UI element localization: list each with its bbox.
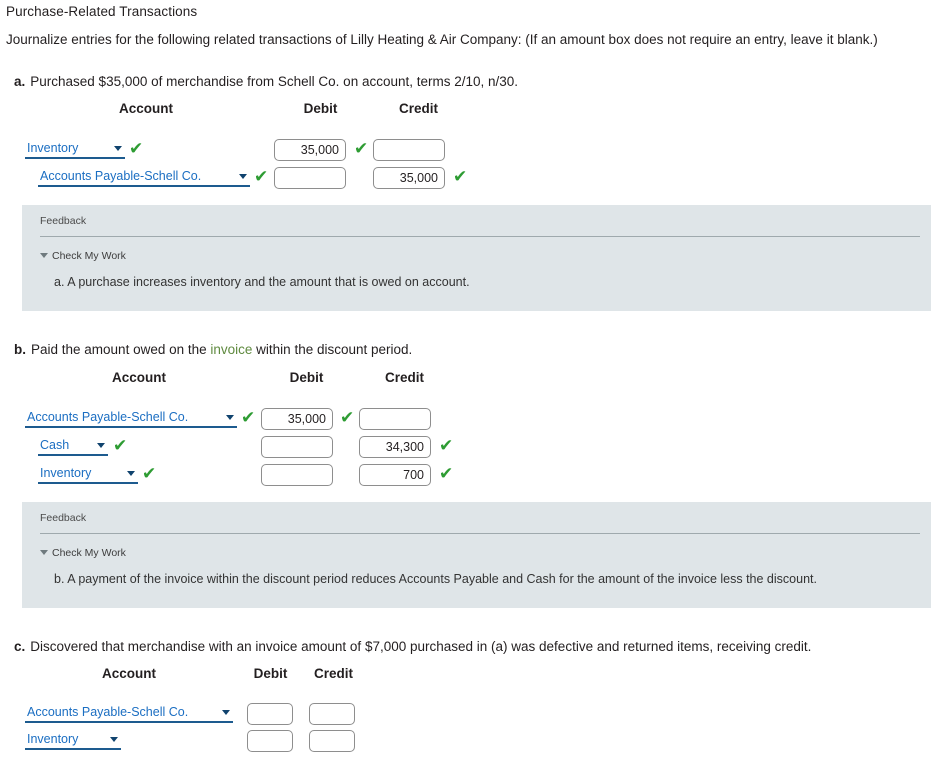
part-b-row-1-credit-check-icon: ✔ (439, 436, 454, 456)
chevron-down-icon (110, 737, 118, 742)
caret-down-icon (40, 550, 48, 555)
part-a-header-debit: Debit (303, 101, 338, 116)
chevron-down-icon (222, 710, 230, 715)
part-b-glossary-link[interactable]: invoice (210, 342, 252, 357)
part-c-header-credit: Credit (313, 666, 353, 681)
chevron-down-icon (97, 443, 105, 448)
part-a-header-credit: Credit (398, 101, 438, 116)
part-b-row-0-account-select[interactable]: Accounts Payable-Schell Co. (25, 409, 237, 428)
part-b-row-2-credit-input[interactable]: 700 (359, 464, 431, 486)
part-b-feedback-text: b. A payment of the invoice within the d… (54, 572, 817, 586)
part-b-row-1-account-select[interactable]: Cash (38, 437, 108, 456)
part-b-feedback-divider (40, 533, 920, 534)
part-c-row-1-account-select[interactable]: Inventory (25, 731, 121, 750)
part-b-row-2-debit-input[interactable] (261, 464, 333, 486)
part-a-feedback-title: Feedback (40, 215, 87, 227)
part-c-row-1-account-label: Inventory (27, 732, 79, 746)
part-b-row-1-account-check-icon: ✔ (113, 436, 128, 456)
part-b-row-0-debit-input[interactable]: 35,000 (261, 408, 333, 430)
part-c-row-1-credit-input[interactable] (309, 730, 355, 752)
part-c-row-0-credit-input[interactable] (309, 703, 355, 725)
part-a-row-0-account-select[interactable]: Inventory (25, 140, 125, 159)
chevron-down-icon (114, 146, 122, 151)
part-b-row-1-credit-input[interactable]: 34,300 (359, 436, 431, 458)
part-b-check-my-work-label: Check My Work (52, 547, 126, 559)
part-c-text: Discovered that merchandise with an invo… (30, 639, 812, 654)
part-b-row-2-account-select[interactable]: Inventory (38, 465, 138, 484)
chevron-down-icon (127, 471, 135, 476)
part-c-row-0-debit-input[interactable] (247, 703, 293, 725)
part-b-row-2-account-label: Inventory (40, 466, 92, 480)
part-c-row-0-account-select[interactable]: Accounts Payable-Schell Co. (25, 704, 233, 723)
part-c-header-account: Account (102, 666, 156, 681)
part-b-header-account: Account (112, 370, 166, 385)
instruction-text: Journalize entries for the following rel… (6, 32, 878, 47)
part-a-row-0-account-label: Inventory (27, 141, 79, 155)
part-b-letter: b. (14, 342, 26, 357)
part-a-feedback-panel: Feedback Check My Work a. A purchase inc… (22, 205, 931, 311)
part-a-row-1-account-select[interactable]: Accounts Payable-Schell Co. (38, 168, 250, 187)
part-c-row-1-debit-input[interactable] (247, 730, 293, 752)
part-b-row-2-credit-check-icon: ✔ (439, 464, 454, 484)
part-a-feedback-text: a. A purchase increases inventory and th… (54, 275, 470, 289)
part-a-check-my-work-label: Check My Work (52, 250, 126, 262)
part-a-row-1-account-check-icon: ✔ (254, 167, 269, 187)
part-b-text-before: Paid the amount owed on the (31, 342, 211, 357)
part-b-row-1-account-label: Cash (40, 438, 70, 452)
part-a-prompt: a. Purchased $35,000 of merchandise from … (14, 74, 518, 89)
part-b-prompt: b. Paid the amount owed on the invoice wi… (14, 342, 412, 357)
part-c-letter: c. (14, 639, 26, 654)
chevron-down-icon (226, 415, 234, 420)
part-b-row-1-debit-input[interactable] (261, 436, 333, 458)
part-a-row-1-credit-check-icon: ✔ (453, 167, 468, 187)
part-b-row-0-account-check-icon: ✔ (241, 408, 256, 428)
part-a-row-0-debit-check-icon: ✔ (354, 139, 369, 159)
part-b-feedback-title: Feedback (40, 512, 87, 524)
part-a-row-0-account-check-icon: ✔ (129, 139, 144, 159)
part-b-check-my-work-toggle[interactable]: Check My Work (40, 547, 126, 559)
part-b-row-0-account-label: Accounts Payable-Schell Co. (27, 410, 189, 424)
page-title: Purchase-Related Transactions (6, 4, 198, 19)
part-b-row-0-debit-check-icon: ✔ (340, 408, 355, 428)
part-b-header-debit: Debit (289, 370, 324, 385)
part-a-row-1-debit-input[interactable] (274, 167, 346, 189)
part-a-row-0-credit-input[interactable] (373, 139, 445, 161)
part-b-header-credit: Credit (384, 370, 424, 385)
part-a-feedback-divider (40, 236, 920, 237)
caret-down-icon (40, 253, 48, 258)
part-a-row-1-account-label: Accounts Payable-Schell Co. (40, 169, 202, 183)
part-c-header-debit: Debit (253, 666, 288, 681)
part-b-row-0-credit-input[interactable] (359, 408, 431, 430)
part-b-feedback-panel: Feedback Check My Work b. A payment of t… (22, 502, 931, 608)
part-c-prompt: c. Discovered that merchandise with an in… (14, 639, 811, 654)
part-a-text: Purchased $35,000 of merchandise from Sc… (30, 74, 519, 89)
part-c-row-0-account-label: Accounts Payable-Schell Co. (27, 705, 189, 719)
part-a-check-my-work-toggle[interactable]: Check My Work (40, 250, 126, 262)
part-b-text-after: within the discount period. (252, 342, 413, 357)
part-a-header-account: Account (119, 101, 173, 116)
part-a-row-1-credit-input[interactable]: 35,000 (373, 167, 445, 189)
part-a-row-0-debit-input[interactable]: 35,000 (274, 139, 346, 161)
part-a-letter: a. (14, 74, 26, 89)
chevron-down-icon (239, 174, 247, 179)
part-b-row-2-account-check-icon: ✔ (142, 464, 157, 484)
